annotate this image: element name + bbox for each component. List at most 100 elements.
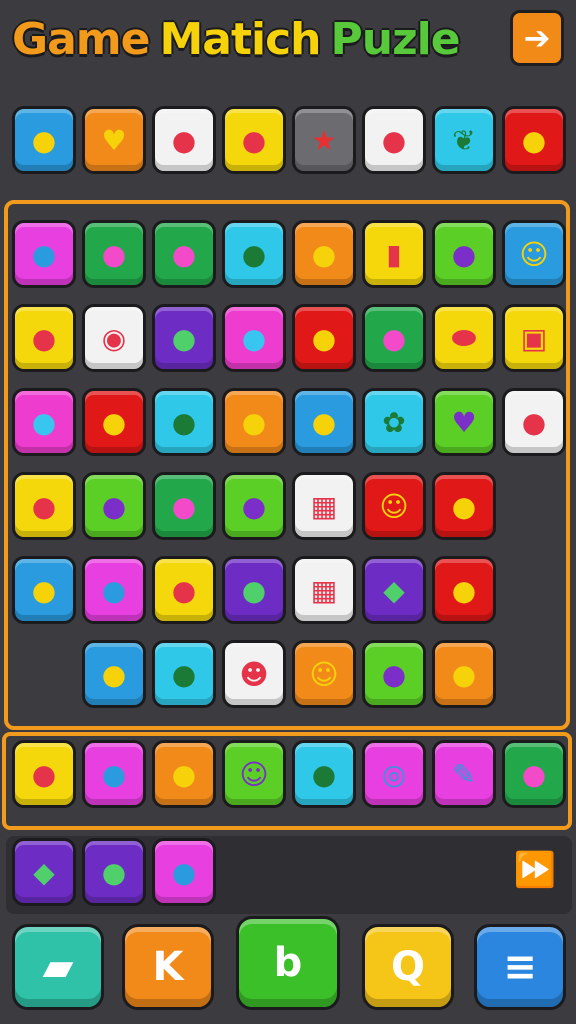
jar-icon: ● — [31, 573, 57, 607]
bread-icon: ● — [241, 123, 267, 157]
queue-tile[interactable]: ● — [82, 838, 146, 906]
tray-tile[interactable]: ● — [502, 740, 566, 808]
juice-box-icon: ● — [311, 757, 337, 791]
board-tile[interactable]: ● — [152, 388, 216, 456]
k-button[interactable]: K — [122, 924, 214, 1010]
board-tile[interactable]: ● — [292, 220, 356, 288]
board-tile[interactable]: ▦ — [292, 556, 356, 624]
board-tile[interactable]: ● — [82, 220, 146, 288]
top-tile[interactable]: ❦ — [432, 106, 496, 174]
board-tile[interactable]: ● — [82, 388, 146, 456]
board-tile[interactable]: ◆ — [362, 556, 426, 624]
fast-forward-icon[interactable]: ⏩ — [514, 850, 556, 890]
tray-tile[interactable]: ◎ — [362, 740, 426, 808]
board-tile[interactable]: ● — [82, 472, 146, 540]
eraser-icon: ▰ — [42, 944, 74, 990]
board-tile[interactable]: ● — [222, 220, 286, 288]
queue-tile[interactable]: ◆ — [12, 838, 76, 906]
board-tile[interactable]: ▦ — [292, 472, 356, 540]
top-tile[interactable]: ★ — [292, 106, 356, 174]
crate-icon: ▦ — [310, 573, 338, 607]
board-tile[interactable]: ● — [12, 304, 76, 372]
next-button[interactable]: ➔ — [510, 10, 564, 66]
eggplant-icon: ● — [31, 405, 57, 439]
menu-icon: ≡ — [503, 944, 537, 990]
board-tile[interactable]: ✿ — [362, 388, 426, 456]
gem-icon: ◆ — [383, 573, 405, 607]
watermelon-icon: ● — [171, 757, 197, 791]
fish-icon: ● — [101, 573, 127, 607]
tray-tile[interactable]: ☺ — [222, 740, 286, 808]
board-tile[interactable]: ▮ — [362, 220, 426, 288]
tray-tile[interactable]: ● — [12, 740, 76, 808]
board-tile[interactable]: ● — [12, 556, 76, 624]
board-tile[interactable]: ☺ — [292, 640, 356, 708]
board-tile[interactable]: ● — [12, 220, 76, 288]
crab-icon: ● — [101, 657, 127, 691]
board-tile[interactable]: ☺ — [362, 472, 426, 540]
tray-tile[interactable]: ✎ — [432, 740, 496, 808]
board-tile[interactable]: ◉ — [82, 304, 146, 372]
board-tile[interactable]: ● — [362, 640, 426, 708]
tray-tile[interactable]: ● — [292, 740, 356, 808]
ghost-icon: ☻ — [239, 657, 269, 691]
board-tile[interactable]: ☺ — [502, 220, 566, 288]
board-tile[interactable]: ● — [432, 472, 496, 540]
board-tile[interactable]: ● — [152, 220, 216, 288]
board-tile[interactable]: ● — [152, 304, 216, 372]
board-tile[interactable]: ● — [432, 220, 496, 288]
board-tile[interactable]: ● — [152, 640, 216, 708]
board-tile[interactable]: ● — [12, 472, 76, 540]
plum-icon: ● — [241, 489, 267, 523]
board-tile[interactable]: ▣ — [502, 304, 566, 372]
board-tile[interactable]: ⬬ — [432, 304, 496, 372]
top-tile[interactable]: ♥ — [82, 106, 146, 174]
board-tile[interactable]: ☻ — [222, 640, 286, 708]
board-tile[interactable]: ● — [152, 556, 216, 624]
bean-icon: ● — [451, 573, 477, 607]
undo-button-label: b — [273, 940, 303, 986]
board-tile[interactable]: ● — [222, 304, 286, 372]
tray-tile[interactable]: ● — [82, 740, 146, 808]
balloon-icon: ● — [241, 573, 267, 607]
tray-tile-row: ● ● ● ☺ ● ◎ ✎ ● — [0, 734, 576, 814]
board-tile[interactable]: ● — [292, 304, 356, 372]
board-tile[interactable]: ● — [292, 388, 356, 456]
cart-icon: ▣ — [520, 321, 548, 355]
leaf-icon: ❦ — [452, 123, 476, 157]
board-tile[interactable]: ● — [222, 388, 286, 456]
undo-button[interactable]: b — [236, 916, 340, 1010]
donut-icon: ◉ — [101, 321, 127, 355]
top-tile[interactable]: ● — [152, 106, 216, 174]
board-tile[interactable]: ● — [432, 640, 496, 708]
board-tile[interactable]: ● — [432, 556, 496, 624]
board-tile[interactable]: ● — [152, 472, 216, 540]
board-tile[interactable]: ● — [502, 388, 566, 456]
top-tile[interactable]: ● — [12, 106, 76, 174]
top-tile[interactable]: ● — [502, 106, 566, 174]
milk-carton-icon: ● — [101, 489, 127, 523]
q-button[interactable]: Q — [362, 924, 454, 1010]
flower-icon: ✿ — [382, 405, 406, 439]
top-tile[interactable]: ● — [222, 106, 286, 174]
star-icon: ★ — [311, 123, 337, 157]
board-tile[interactable]: ● — [12, 388, 76, 456]
board-tile[interactable]: ● — [222, 556, 286, 624]
smiley-icon: ☺ — [519, 237, 549, 271]
spiral-icon: ◎ — [381, 757, 407, 791]
title-word-3: Puzle — [330, 13, 461, 65]
board-tile[interactable]: ♥ — [432, 388, 496, 456]
board-tile[interactable]: ● — [82, 556, 146, 624]
shield-face-icon: ● — [241, 405, 267, 439]
board-row: ● ◉ ● ● ● ● ⬬ ▣ — [0, 298, 576, 378]
tray-tile[interactable]: ● — [152, 740, 216, 808]
queue-tile[interactable]: ● — [152, 838, 216, 906]
board-tile[interactable]: ● — [82, 640, 146, 708]
board-tile[interactable]: ● — [222, 472, 286, 540]
menu-button[interactable]: ≡ — [474, 924, 566, 1010]
lemon-icon: ● — [381, 657, 407, 691]
top-tile[interactable]: ● — [362, 106, 426, 174]
board-tile[interactable]: ● — [362, 304, 426, 372]
bomb-icon: ● — [241, 237, 267, 271]
eraser-button[interactable]: ▰ — [12, 924, 104, 1010]
